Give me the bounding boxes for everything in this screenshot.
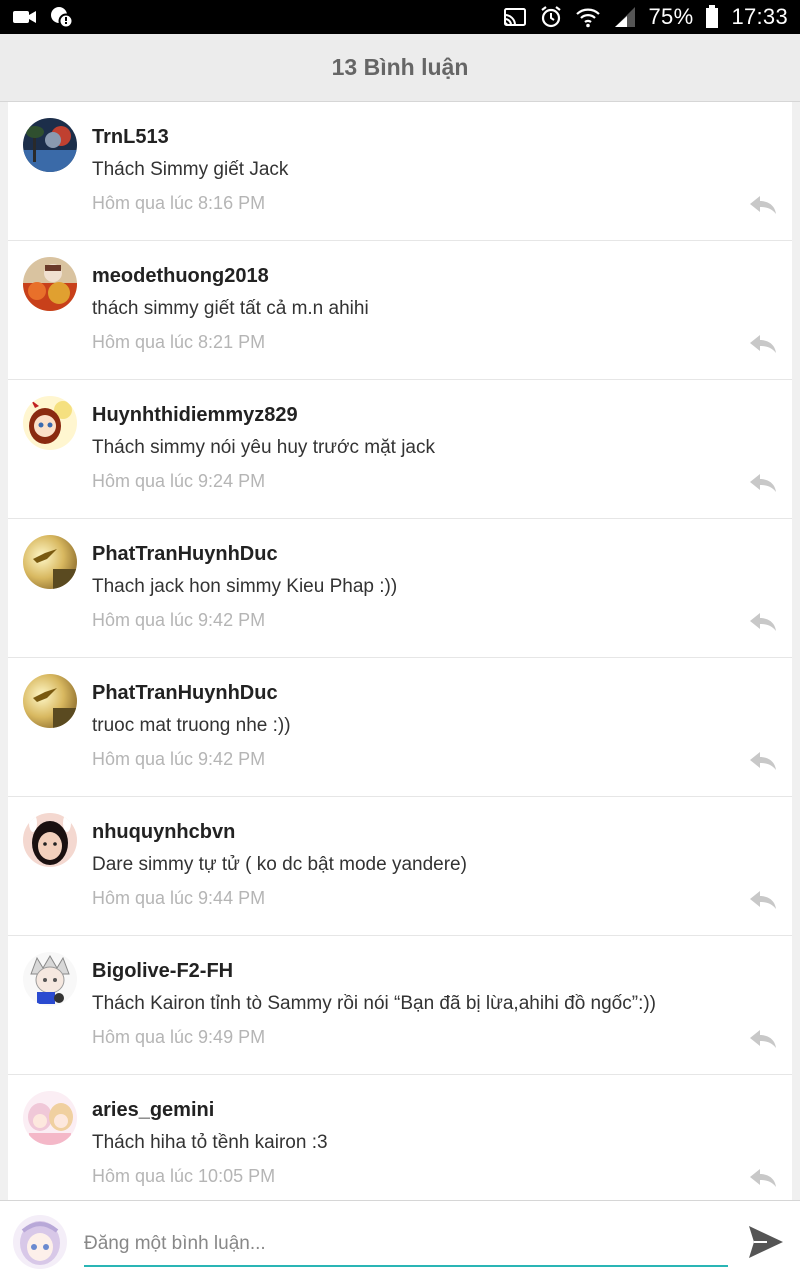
comment-item: nhuquynhcbvn Dare simmy tự tử ( ko dc bậ… xyxy=(8,797,792,936)
comment-timestamp: Hôm qua lúc 9:42 PM xyxy=(92,610,266,630)
wifi-icon xyxy=(575,5,601,29)
comment-item: aries_gemini Thách hiha tỏ tềnh kairon :… xyxy=(8,1075,792,1200)
notification-icon xyxy=(50,5,74,29)
comment-item: PhatTranHuynhDuc truoc mat truong nhe :)… xyxy=(8,658,792,797)
comment-timestamp: Hôm qua lúc 8:21 PM xyxy=(92,332,266,352)
current-user-avatar xyxy=(13,1215,67,1269)
comment-item: meodethuong2018 thách simmy giết tất cả … xyxy=(8,241,792,380)
comment-timestamp: Hôm qua lúc 9:44 PM xyxy=(92,888,266,908)
send-button[interactable] xyxy=(746,1223,786,1261)
comment-input-bar xyxy=(0,1200,800,1280)
comment-username[interactable]: PhatTranHuynhDuc xyxy=(92,543,278,566)
page-title: 13 Bình luận xyxy=(331,54,469,80)
comment-text: Thách simmy nói yêu huy trước mặt jack xyxy=(92,437,436,458)
comment-timestamp: Hôm qua lúc 10:05 PM xyxy=(92,1166,276,1186)
comments-header: 13 Bình luận xyxy=(0,34,800,102)
reply-icon[interactable] xyxy=(748,472,778,494)
comment-input[interactable] xyxy=(84,1223,728,1267)
avatar[interactable] xyxy=(23,813,77,867)
comment-text: Thách Kairon tỉnh tò Sammy rồi nói “Bạn … xyxy=(92,993,656,1014)
comment-username[interactable]: aries_gemini xyxy=(92,1099,214,1122)
battery-percentage: 75% xyxy=(648,4,694,29)
comment-username[interactable]: TrnL513 xyxy=(92,126,169,149)
alarm-icon xyxy=(539,5,563,29)
comment-username[interactable]: meodethuong2018 xyxy=(92,265,269,288)
comment-timestamp: Hôm qua lúc 9:42 PM xyxy=(92,749,266,769)
avatar[interactable] xyxy=(23,952,77,1006)
cast-icon xyxy=(503,5,527,29)
comment-item: TrnL513 Thách Simmy giết Jack Hôm qua lú… xyxy=(8,102,792,241)
comment-username[interactable]: Huynhthidiemmyz829 xyxy=(92,404,298,427)
comment-timestamp: Hôm qua lúc 9:49 PM xyxy=(92,1027,266,1047)
comment-username[interactable]: Bigolive-F2-FH xyxy=(92,960,233,983)
comment-text: Thách Simmy giết Jack xyxy=(92,159,289,180)
reply-icon[interactable] xyxy=(748,194,778,216)
reply-icon[interactable] xyxy=(748,889,778,911)
clock: 17:33 xyxy=(731,4,788,29)
video-camera-icon xyxy=(12,5,38,29)
comment-item: Huynhthidiemmyz829 Thách simmy nói yêu h… xyxy=(8,380,792,519)
comment-text: truoc mat truong nhe :)) xyxy=(92,715,291,736)
avatar[interactable] xyxy=(23,674,77,728)
comment-item: PhatTranHuynhDuc Thach jack hon simmy Ki… xyxy=(8,519,792,658)
status-left xyxy=(12,5,74,29)
comment-text: Thach jack hon simmy Kieu Phap :)) xyxy=(92,576,398,597)
avatar[interactable] xyxy=(23,1091,77,1145)
comment-list[interactable]: TrnL513 Thách Simmy giết Jack Hôm qua lú… xyxy=(8,102,792,1200)
avatar[interactable] xyxy=(23,118,77,172)
comment-timestamp: Hôm qua lúc 8:16 PM xyxy=(92,193,266,213)
reply-icon[interactable] xyxy=(748,750,778,772)
avatar[interactable] xyxy=(23,535,77,589)
signal-icon xyxy=(613,5,637,29)
reply-icon[interactable] xyxy=(748,1028,778,1050)
send-icon xyxy=(749,1226,783,1258)
comment-item: Bigolive-F2-FH Thách Kairon tỉnh tò Samm… xyxy=(8,936,792,1075)
reply-icon[interactable] xyxy=(748,611,778,633)
comment-text: Thách hiha tỏ tềnh kairon :3 xyxy=(92,1132,328,1153)
avatar[interactable] xyxy=(23,396,77,450)
comment-text: thách simmy giết tất cả m.n ahihi xyxy=(92,298,369,319)
comment-text: Dare simmy tự tử ( ko dc bật mode yander… xyxy=(92,854,467,875)
reply-icon[interactable] xyxy=(748,333,778,355)
comment-username[interactable]: nhuquynhcbvn xyxy=(92,821,235,844)
battery-icon xyxy=(705,5,719,29)
status-right: 75% 17:33 xyxy=(503,4,789,30)
avatar[interactable] xyxy=(23,257,77,311)
status-bar: 75% 17:33 xyxy=(0,0,800,34)
comment-timestamp: Hôm qua lúc 9:24 PM xyxy=(92,471,266,491)
comment-username[interactable]: PhatTranHuynhDuc xyxy=(92,682,278,705)
reply-icon[interactable] xyxy=(748,1167,778,1189)
